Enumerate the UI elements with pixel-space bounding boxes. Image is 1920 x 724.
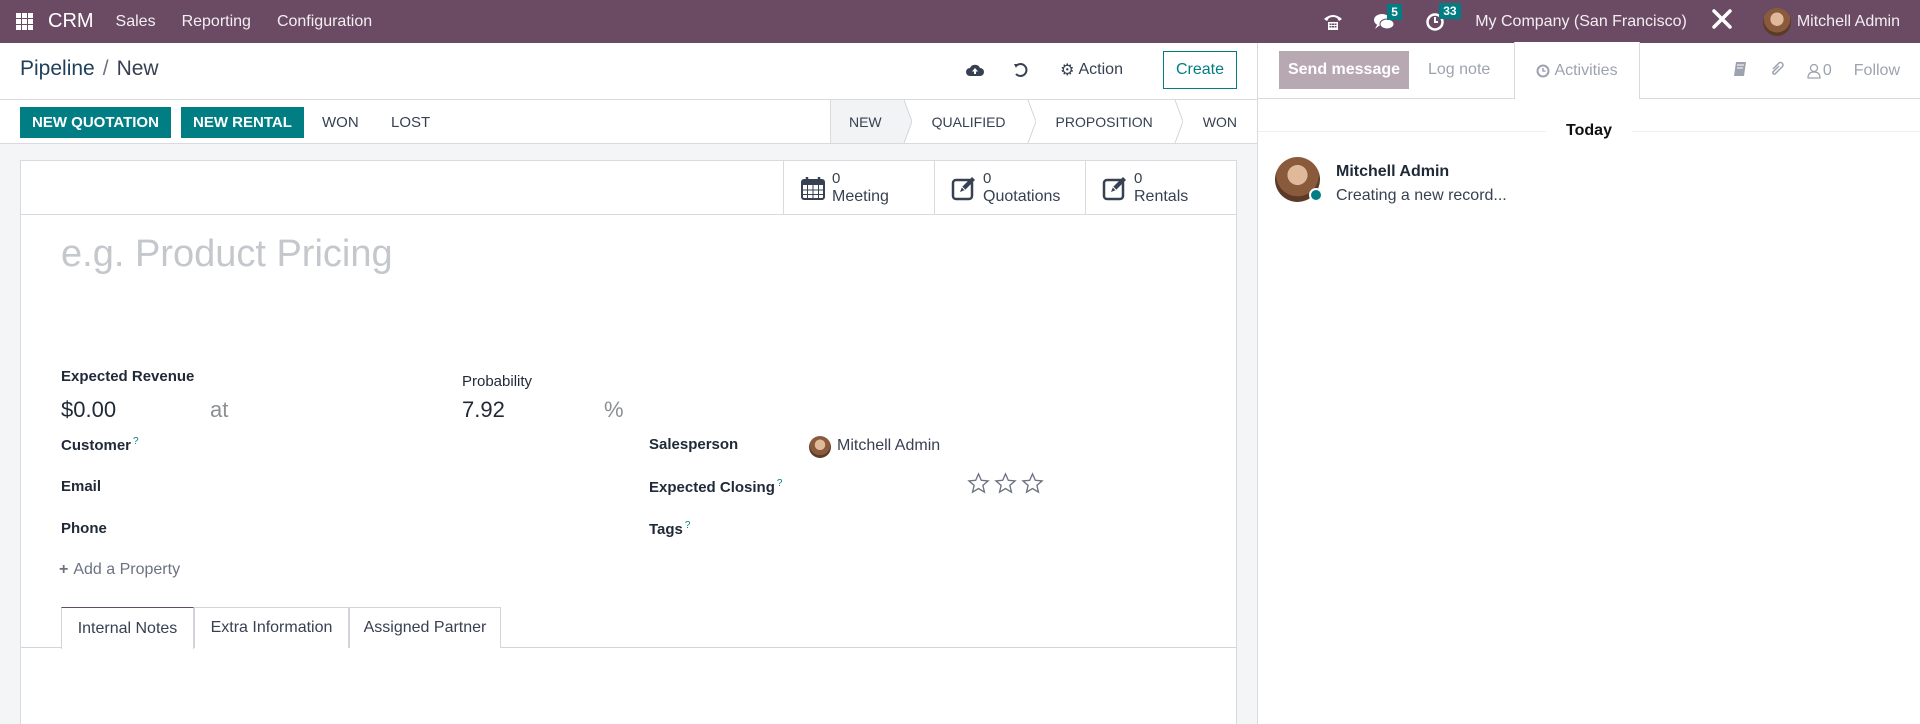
message-body: Creating a new record... xyxy=(1336,187,1507,204)
customer-label: Customer? xyxy=(61,436,139,454)
date-separator: Today xyxy=(1258,121,1920,141)
meeting-label: Meeting xyxy=(832,187,889,205)
smart-button-box: 0 Meeting 0 Quotations 0 Rentals xyxy=(21,161,1236,215)
user-icon xyxy=(1807,63,1821,79)
priority-widget xyxy=(967,472,1044,495)
quotations-label: Quotations xyxy=(983,187,1061,205)
breadcrumb-pipeline[interactable]: Pipeline xyxy=(20,57,95,81)
rentals-smart-button[interactable]: 0 Rentals xyxy=(1085,161,1236,214)
notebook-icon[interactable] xyxy=(1733,61,1747,82)
rentals-label: Rentals xyxy=(1134,187,1189,205)
messages-icon[interactable]: 5 xyxy=(1373,3,1402,31)
meeting-smart-button[interactable]: 0 Meeting xyxy=(783,161,934,214)
star-icon[interactable] xyxy=(1021,472,1044,495)
company-switcher[interactable]: My Company (San Francisco) xyxy=(1475,13,1687,31)
app-name[interactable]: CRM xyxy=(48,10,94,33)
salesperson-avatar xyxy=(809,436,831,458)
log-note-button[interactable]: Log note xyxy=(1428,51,1490,89)
email-label: Email xyxy=(61,478,102,495)
tab-internal-notes[interactable]: Internal Notes xyxy=(61,607,194,649)
breadcrumb: Pipeline / New xyxy=(20,57,159,81)
notebook-tabs: Internal Notes Extra Information Assigne… xyxy=(21,607,1236,649)
message-author-avatar[interactable] xyxy=(1275,157,1323,202)
phone-label: Phone xyxy=(61,520,107,537)
paperclip-icon[interactable] xyxy=(1769,60,1785,83)
menu-sales[interactable]: Sales xyxy=(116,13,156,31)
probability-label: Probability xyxy=(462,373,533,390)
edit-icon xyxy=(1102,176,1126,200)
follow-button[interactable]: Follow xyxy=(1854,62,1900,80)
expected-revenue-input[interactable]: $0.00 xyxy=(61,397,116,423)
breadcrumb-current: New xyxy=(116,57,159,80)
chatter-topbar: Send message Log note Activities 0 Follo… xyxy=(1258,42,1920,99)
user-name: Mitchell Admin xyxy=(1796,12,1900,30)
chatter-panel: Send message Log note Activities 0 Follo… xyxy=(1257,42,1920,724)
voip-phone-icon[interactable] xyxy=(1323,13,1343,31)
rentals-count: 0 xyxy=(1134,169,1143,187)
followers-button[interactable]: 0 xyxy=(1807,62,1832,80)
meeting-count: 0 xyxy=(832,169,841,187)
salesperson-label: Salesperson xyxy=(649,436,739,453)
at-label: at xyxy=(210,397,229,422)
stage-won[interactable]: WON xyxy=(1175,100,1237,143)
menu-configuration[interactable]: Configuration xyxy=(277,13,372,31)
expected-revenue-label: Expected Revenue xyxy=(61,368,195,385)
quotations-count: 0 xyxy=(983,169,992,187)
menu-reporting[interactable]: Reporting xyxy=(182,13,251,31)
user-menu[interactable]: Mitchell Admin xyxy=(1762,7,1900,36)
mark-won-button[interactable]: WON xyxy=(322,107,359,138)
stage-statusbar: NEW QUALIFIED PROPOSITION WON xyxy=(829,100,1237,143)
tab-extra-information[interactable]: Extra Information xyxy=(194,607,349,648)
probability-input[interactable]: 7.92 xyxy=(462,397,505,423)
salesperson-field[interactable]: Mitchell Admin xyxy=(837,437,940,455)
stage-proposition[interactable]: PROPOSITION xyxy=(1028,100,1183,143)
quotations-smart-button[interactable]: 0 Quotations xyxy=(934,161,1085,214)
chatter-message: Mitchell Admin Creating a new record... xyxy=(1275,157,1507,205)
save-cloud-icon[interactable] xyxy=(952,52,998,88)
form-view: Pipeline / New ⚙ Action Create NEW QUOTA… xyxy=(0,43,1257,724)
user-avatar xyxy=(1762,7,1791,36)
new-rental-button[interactable]: NEW RENTAL xyxy=(181,107,304,138)
status-row: NEW QUOTATION NEW RENTAL WON LOST NEW QU… xyxy=(0,100,1257,144)
create-button[interactable]: Create xyxy=(1162,51,1237,89)
tab-assigned-partner[interactable]: Assigned Partner xyxy=(349,607,501,648)
new-quotation-button[interactable]: NEW QUOTATION xyxy=(20,107,171,138)
action-menu-button[interactable]: ⚙ Action xyxy=(1060,60,1123,80)
star-icon[interactable] xyxy=(967,472,990,495)
clock-icon xyxy=(1536,64,1550,77)
message-author: Mitchell Admin xyxy=(1336,163,1450,180)
plus-icon: + xyxy=(59,561,69,578)
gear-icon: ⚙ xyxy=(1060,62,1075,79)
activities-badge: 33 xyxy=(1439,2,1461,19)
apps-menu-icon[interactable] xyxy=(0,0,48,43)
calendar-icon xyxy=(801,176,825,200)
stage-qualified[interactable]: QUALIFIED xyxy=(904,100,1036,143)
control-panel: Pipeline / New ⚙ Action Create xyxy=(0,43,1257,100)
star-icon[interactable] xyxy=(994,472,1017,495)
expected-closing-label: Expected Closing? xyxy=(649,478,783,496)
form-sheet: 0 Meeting 0 Quotations 0 Rentals e.g. Pr… xyxy=(20,160,1237,724)
activities-button[interactable]: Activities xyxy=(1514,42,1640,99)
percent-sign: % xyxy=(604,397,624,422)
top-navbar: CRM Sales Reporting Configuration 5 33 M… xyxy=(0,0,1920,43)
online-status-indicator xyxy=(1309,188,1323,202)
edit-icon xyxy=(951,176,975,200)
tags-label: Tags? xyxy=(649,520,691,538)
messages-badge: 5 xyxy=(1387,3,1402,20)
add-property-button[interactable]: + Add a Property xyxy=(59,561,180,579)
debug-tools-icon[interactable] xyxy=(1711,8,1733,36)
stage-new[interactable]: NEW xyxy=(830,100,912,143)
breadcrumb-separator: / xyxy=(102,57,109,80)
activities-clock-icon[interactable]: 33 xyxy=(1425,2,1461,32)
opportunity-name-input[interactable]: e.g. Product Pricing xyxy=(61,233,393,276)
discard-undo-icon[interactable] xyxy=(998,52,1044,88)
send-message-button[interactable]: Send message xyxy=(1279,51,1409,89)
mark-lost-button[interactable]: LOST xyxy=(391,107,430,138)
